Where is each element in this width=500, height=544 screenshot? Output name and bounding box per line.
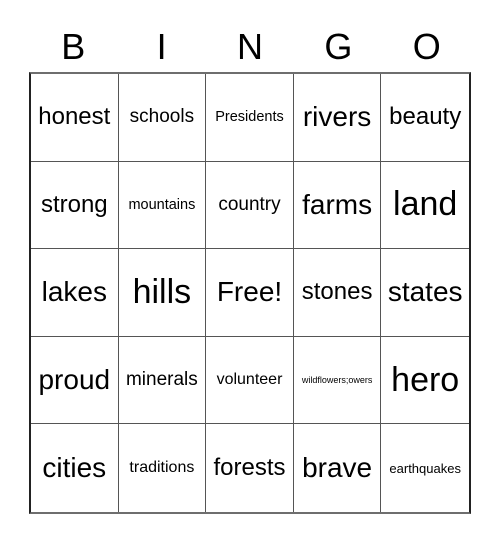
header-letter-g: G [324, 26, 353, 67]
bingo-cell[interactable]: volunteer [206, 336, 294, 425]
bingo-cell[interactable]: farms [293, 161, 382, 250]
bingo-cell[interactable]: brave [294, 424, 382, 512]
header-letter-b: B [61, 26, 86, 67]
header-letter-i: I [156, 26, 167, 67]
header-letter-o: O [412, 26, 441, 67]
bingo-header: B I N G O [29, 22, 471, 72]
bingo-cell[interactable]: wildflowers;owers [293, 336, 382, 425]
bingo-cell[interactable]: lakes [31, 249, 119, 337]
bingo-cell[interactable]: forests [206, 424, 294, 512]
bingo-card-grid: honest schools Presidents rivers beauty stron… [29, 72, 471, 514]
bingo-cell[interactable]: stones [293, 249, 382, 337]
bingo-cell[interactable]: mountains [118, 161, 207, 250]
free-space-cell[interactable]: Free! [206, 249, 294, 337]
bingo-cell[interactable]: traditions [119, 424, 207, 512]
bingo-cell[interactable]: proud [31, 336, 119, 425]
bingo-cell[interactable]: country [206, 161, 294, 250]
bingo-cell[interactable]: states [381, 249, 469, 337]
bingo-cell[interactable]: rivers [293, 74, 382, 162]
bingo-cell[interactable]: schools [118, 74, 207, 162]
bingo-cell[interactable]: Presidents [206, 74, 294, 162]
header-letter-n: N [236, 26, 263, 67]
bingo-cell[interactable]: land [381, 162, 469, 250]
bingo-cell[interactable]: hills [118, 249, 207, 337]
bingo-cell[interactable]: hero [381, 337, 469, 425]
bingo-cell[interactable]: strong [31, 161, 119, 250]
bingo-cell[interactable]: minerals [118, 336, 207, 425]
bingo-cell[interactable]: earthquakes [381, 424, 469, 512]
bingo-cell[interactable]: cities [31, 424, 119, 512]
bingo-cell[interactable]: honest [31, 74, 119, 162]
bingo-cell[interactable]: beauty [381, 74, 469, 162]
